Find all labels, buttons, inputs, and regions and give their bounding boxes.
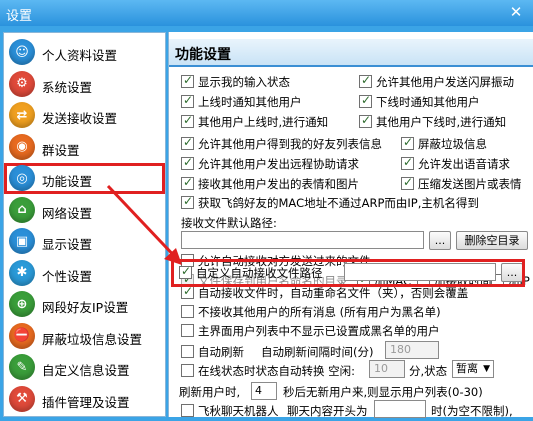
annotation-arrow xyxy=(106,184,182,265)
